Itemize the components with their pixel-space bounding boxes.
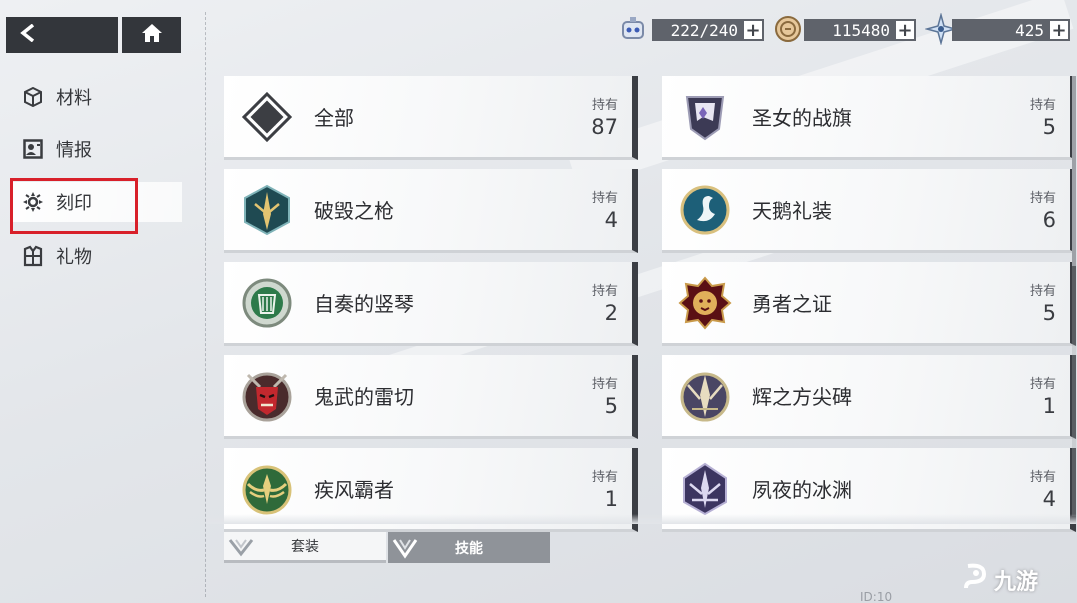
owned-label: 持有 (1029, 98, 1056, 113)
inscription-name: 辉之方尖碑 (752, 385, 852, 409)
owned-value: 5 (1042, 115, 1056, 139)
inscription-card[interactable]: 全部 持有 87 (224, 76, 638, 160)
coin-value: 115480 (832, 20, 890, 40)
owned-value: 87 (591, 115, 618, 139)
inscription-card[interactable]: 自奏的竖琴 持有 2 (224, 262, 638, 346)
highlight-box (10, 178, 138, 234)
set-chevron-icon (226, 533, 256, 563)
sidebar-item-label: 礼物 (56, 247, 92, 268)
owned-value: 1 (604, 487, 618, 511)
stamina-icon (616, 12, 650, 46)
watermark-logo-icon (960, 562, 990, 598)
sidebar-item-label: 情报 (56, 140, 92, 161)
swan-emblem-icon (678, 183, 732, 237)
owned-label: 持有 (591, 470, 618, 485)
player-id: ID:10 (860, 590, 893, 603)
lion-emblem-icon (678, 275, 732, 330)
owned-label: 持有 (1029, 191, 1056, 206)
obelisk-emblem-icon (678, 369, 732, 423)
home-icon (141, 23, 163, 47)
inscription-card[interactable]: 辉之方尖碑 持有 1 (662, 355, 1076, 439)
inscription-name: 夙夜的冰渊 (752, 478, 852, 502)
owned-value: 5 (604, 394, 618, 418)
owned-label: 持有 (1029, 284, 1056, 299)
owned-value: 4 (604, 208, 618, 232)
owned-label: 持有 (591, 284, 618, 299)
tab-skill[interactable]: 技能 (388, 532, 550, 563)
inscription-card[interactable]: 破毁之枪 持有 4 (224, 169, 638, 253)
scrollbar-thumb[interactable] (1072, 76, 1076, 266)
owned-label: 持有 (1029, 470, 1056, 485)
watermark: 九游 (960, 562, 1038, 598)
watermark-text: 九游 (994, 570, 1039, 595)
oni-mask-emblem-icon (240, 369, 294, 423)
inscription-name: 勇者之证 (752, 292, 832, 316)
sidebar-item-gifts[interactable]: 礼物 (12, 236, 182, 276)
owned-count: 持有 4 (1000, 466, 1070, 511)
inscription-name: 鬼武的雷切 (314, 385, 414, 409)
sidebar-item-materials[interactable]: 材料 (12, 77, 182, 117)
diamond-grid-icon (240, 90, 294, 144)
owned-count: 持有 5 (1000, 94, 1070, 139)
inscription-card[interactable]: 天鹅礼装 持有 6 (662, 169, 1076, 253)
owned-label: 持有 (591, 377, 618, 392)
inscription-card[interactable]: 鬼武的雷切 持有 5 (224, 355, 638, 439)
owned-value: 1 (1042, 394, 1056, 418)
profile-card-icon (22, 138, 44, 160)
tab-label: 套装 (291, 539, 319, 555)
inscription-name: 疾风霸者 (314, 478, 394, 502)
owned-count: 持有 5 (1000, 280, 1070, 325)
owned-count: 持有 2 (562, 280, 632, 325)
owned-count: 持有 87 (562, 94, 632, 139)
stamina-add-button[interactable]: + (744, 20, 762, 41)
owned-count: 持有 1 (1000, 373, 1070, 418)
list-fade (206, 514, 1077, 524)
inscription-card[interactable]: 勇者之证 持有 5 (662, 262, 1076, 346)
back-arrow-icon (20, 23, 36, 46)
wind-wings-emblem-icon (240, 462, 294, 516)
coin-add-button[interactable]: + (896, 20, 914, 41)
crystal-add-button[interactable]: + (1050, 20, 1068, 41)
sidebar-item-label: 材料 (56, 88, 92, 109)
owned-label: 持有 (1029, 377, 1056, 392)
owned-label: 持有 (591, 191, 618, 206)
inscription-name: 圣女的战旗 (752, 106, 852, 130)
owned-count: 持有 4 (562, 187, 632, 232)
crystal-value: 425 (1015, 20, 1044, 40)
inscription-name: 破毁之枪 (314, 199, 394, 223)
banner-emblem-icon (678, 90, 732, 144)
coin-icon (771, 12, 805, 46)
ice-abyss-emblem-icon (678, 462, 732, 516)
owned-value: 2 (604, 301, 618, 325)
cube-icon (22, 86, 44, 108)
sidebar-item-intel[interactable]: 情报 (12, 129, 182, 169)
stamina-value: 222/240 (670, 20, 738, 40)
home-button[interactable] (122, 17, 181, 53)
owned-value: 4 (1042, 487, 1056, 511)
harp-emblem-icon (240, 276, 294, 330)
inscription-name: 天鹅礼装 (752, 199, 832, 223)
inscription-card[interactable]: 圣女的战旗 持有 5 (662, 76, 1076, 160)
owned-count: 持有 5 (562, 373, 632, 418)
spear-emblem-icon (240, 183, 294, 237)
tab-set[interactable]: 套装 (224, 532, 386, 563)
owned-value: 6 (1042, 208, 1056, 232)
skill-chevron-icon (390, 533, 420, 563)
inscription-name: 全部 (314, 106, 354, 130)
sidebar-divider (205, 12, 206, 597)
back-button[interactable] (6, 17, 118, 53)
inscription-name: 自奏的竖琴 (314, 292, 414, 316)
owned-value: 5 (1042, 301, 1056, 325)
coin-counter: 115480 + (804, 19, 916, 41)
owned-count: 持有 1 (562, 466, 632, 511)
owned-label: 持有 (591, 98, 618, 113)
owned-count: 持有 6 (1000, 187, 1070, 232)
gift-icon (22, 245, 44, 267)
stamina-counter: 222/240 + (652, 19, 764, 41)
crystal-counter: 425 + (952, 19, 1070, 41)
tab-label: 技能 (455, 540, 483, 557)
